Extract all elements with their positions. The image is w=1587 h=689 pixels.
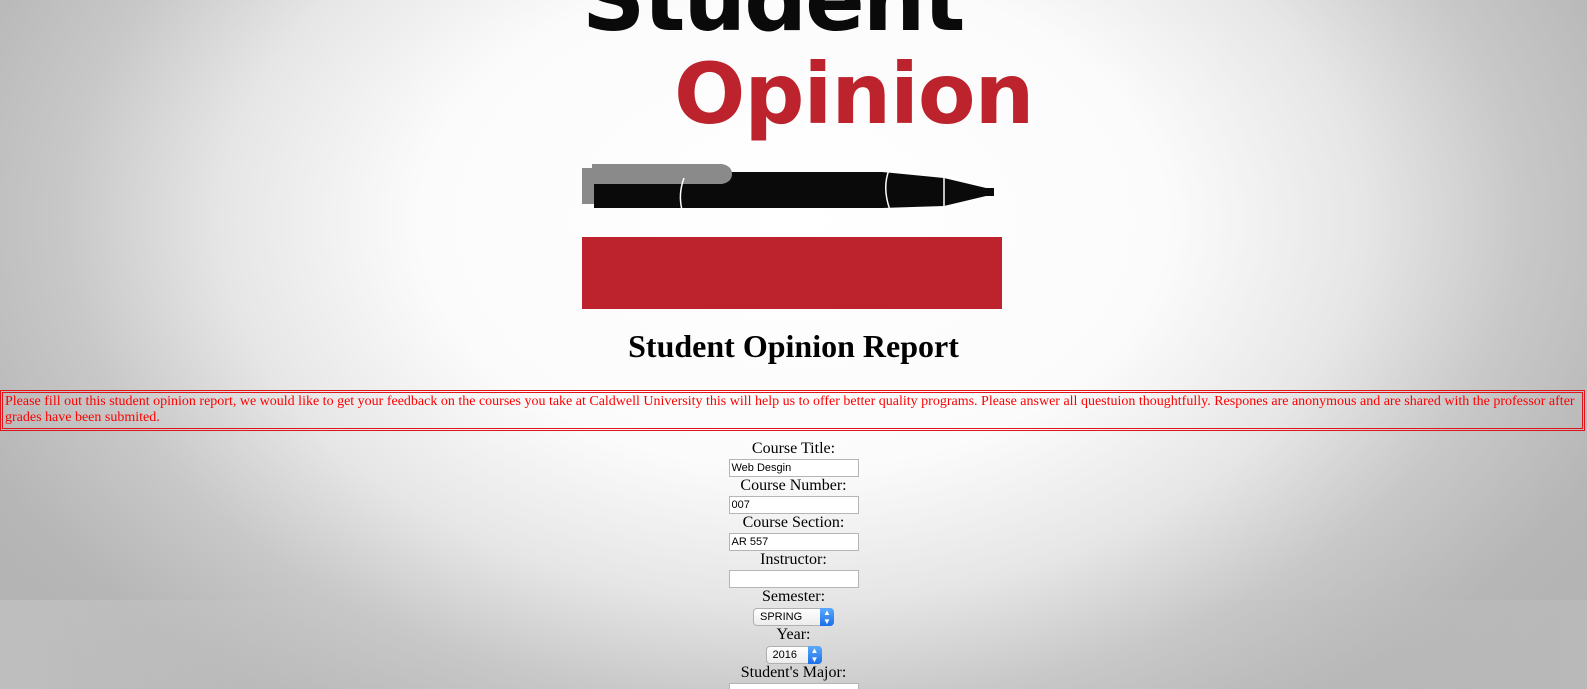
page-title: Student Opinion Report (628, 328, 959, 364)
logo-word-student: Student (582, 0, 965, 44)
major-field: Student's Major: (0, 664, 1587, 689)
course-section-label: Course Section: (742, 514, 845, 531)
course-number-label: Course Number: (740, 477, 847, 494)
semester-select[interactable]: SPRING ▲ ▼ (753, 608, 834, 626)
pen-icon (582, 164, 994, 211)
updown-chevron-icon: ▲ ▼ (807, 646, 822, 664)
year-field: Year: 2016 ▲ ▼ (0, 626, 1587, 664)
year-select[interactable]: 2016 ▲ ▼ (765, 646, 822, 664)
opinion-form: Course Title: Web Desgin Course Number: … (0, 440, 1587, 689)
instructions-notice: Please fill out this student opinion rep… (0, 390, 1585, 431)
instructor-label: Instructor: (760, 551, 827, 568)
semester-label: Semester: (761, 588, 826, 605)
instructor-field: Instructor: (0, 551, 1587, 588)
course-number-input[interactable]: 007 (728, 496, 859, 514)
logo-word-opinion: Opinion (674, 45, 1034, 143)
course-title-field: Course Title: Web Desgin (0, 440, 1587, 477)
updown-chevron-icon: ▲ ▼ (820, 608, 834, 626)
major-label: Student's Major: (740, 664, 847, 681)
logo-red-bar (582, 237, 1002, 309)
major-input[interactable] (728, 683, 859, 689)
semester-selected-value: SPRING (760, 611, 803, 623)
course-section-input[interactable]: AR 557 (728, 533, 859, 551)
semester-field: Semester: SPRING ▲ ▼ (0, 588, 1587, 626)
year-label: Year: (776, 626, 811, 643)
course-number-field: Course Number: 007 (0, 477, 1587, 514)
course-title-input[interactable]: Web Desgin (728, 459, 859, 477)
student-opinion-logo: Student Opinion (582, 0, 1034, 309)
instructor-input[interactable] (728, 570, 859, 588)
course-section-field: Course Section: AR 557 (0, 514, 1587, 551)
course-title-label: Course Title: (751, 440, 836, 457)
year-selected-value: 2016 (772, 649, 797, 661)
